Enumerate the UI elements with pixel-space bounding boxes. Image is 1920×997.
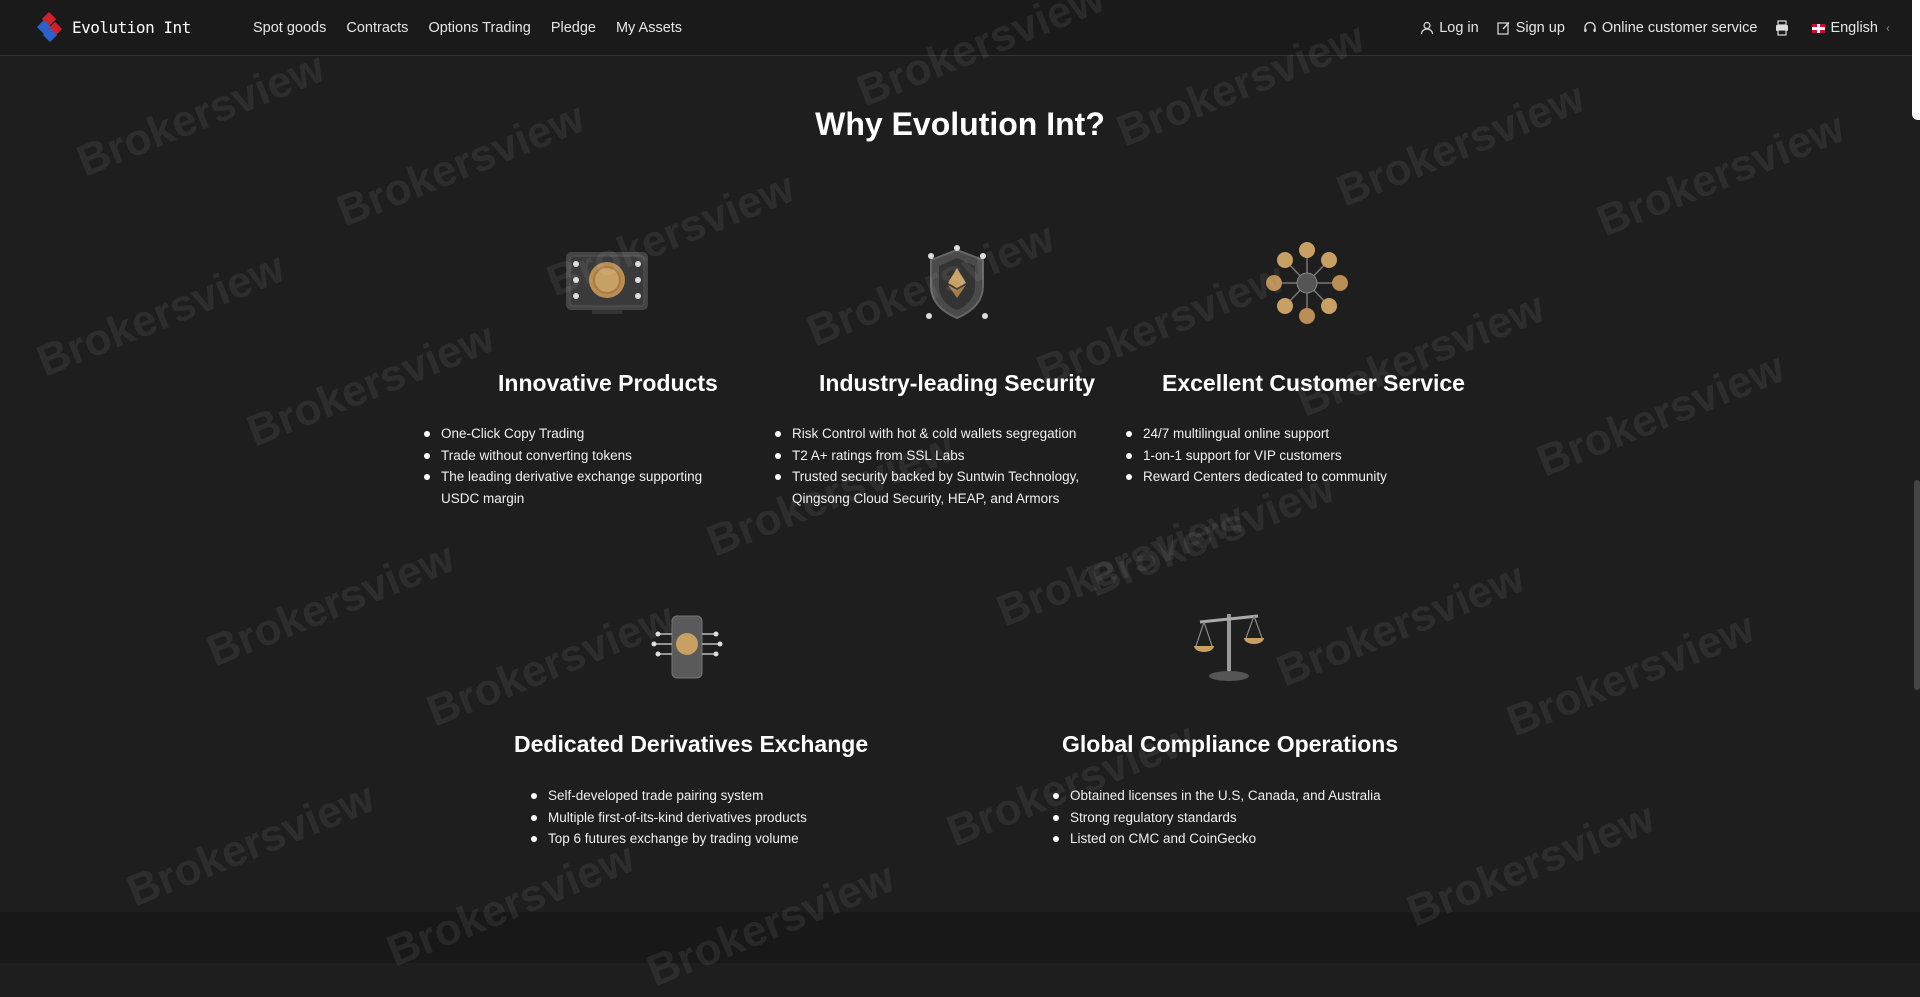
list-item: 1-on-1 support for VIP customers xyxy=(1126,445,1466,467)
edit-icon xyxy=(1497,22,1510,35)
watermark: Brokersview xyxy=(1270,552,1532,697)
list-item: Risk Control with hot & cold wallets seg… xyxy=(775,423,1115,445)
menu-my-assets[interactable]: My Assets xyxy=(616,20,682,36)
watermark: Brokersview xyxy=(30,242,292,387)
download-app-button[interactable] xyxy=(1775,20,1794,36)
brand-name: Evolution Int xyxy=(72,18,191,37)
list-item: The leading derivative exchange supporti… xyxy=(424,466,741,509)
balance-scale-icon xyxy=(1192,604,1266,689)
login-link[interactable]: Log in xyxy=(1420,20,1479,36)
user-icon xyxy=(1421,21,1434,35)
scrollbar[interactable] xyxy=(1914,480,1920,690)
feature-list: Self-developed trade pairing system Mult… xyxy=(531,785,871,850)
list-item: Obtained licenses in the U.S, Canada, an… xyxy=(1053,785,1413,807)
list-item: Trusted security backed by Suntwin Techn… xyxy=(775,466,1102,509)
login-label: Log in xyxy=(1439,20,1479,36)
language-label: English xyxy=(1830,20,1878,36)
menu-pledge[interactable]: Pledge xyxy=(551,20,596,36)
section-title: Why Evolution Int? xyxy=(815,106,1105,142)
coin-board-icon xyxy=(562,248,652,323)
coin-network-icon xyxy=(1262,240,1352,331)
signup-link[interactable]: Sign up xyxy=(1497,20,1565,36)
list-item: Reward Centers dedicated to community xyxy=(1126,466,1466,488)
menu-options-trading[interactable]: Options Trading xyxy=(428,20,530,36)
feature-list: Obtained licenses in the U.S, Canada, an… xyxy=(1053,785,1413,850)
chevron-left-icon: ‹ xyxy=(1886,21,1890,35)
top-navbar: Evolution Int Spot goods Contracts Optio… xyxy=(0,0,1920,56)
list-item: Top 6 futures exchange by trading volume xyxy=(531,828,871,850)
language-selector[interactable]: English ‹ xyxy=(1812,20,1890,36)
feature-list: Risk Control with hot & cold wallets seg… xyxy=(775,423,1115,509)
brand-logo[interactable]: Evolution Int xyxy=(36,11,216,44)
watermark: Brokersview xyxy=(1530,342,1792,487)
list-item: Trade without converting tokens xyxy=(424,445,754,467)
feature-title: Innovative Products xyxy=(498,370,718,396)
footer-band xyxy=(0,912,1920,963)
watermark: Brokersview xyxy=(1500,602,1762,747)
headset-icon xyxy=(1584,21,1596,32)
shield-eth-icon xyxy=(925,244,989,327)
uk-flag-icon xyxy=(1812,23,1826,33)
watermark: Brokersview xyxy=(200,532,462,677)
menu-contracts[interactable]: Contracts xyxy=(346,20,408,36)
feature-title: Dedicated Derivatives Exchange xyxy=(514,731,869,757)
feature-title: Global Compliance Operations xyxy=(1062,731,1399,757)
watermark: Brokersview xyxy=(120,772,382,917)
feature-list: One-Click Copy Trading Trade without con… xyxy=(424,423,754,509)
menu-spot-goods[interactable]: Spot goods xyxy=(253,20,326,36)
signup-label: Sign up xyxy=(1515,20,1565,36)
feature-title: Excellent Customer Service xyxy=(1162,370,1465,396)
list-item: One-Click Copy Trading xyxy=(424,423,754,445)
list-item: 24/7 multilingual online support xyxy=(1126,423,1466,445)
side-tab[interactable] xyxy=(1912,0,1920,120)
brand-mark-icon xyxy=(36,11,63,42)
main-menu: Spot goods Contracts Options Trading Ple… xyxy=(253,20,702,36)
list-item: T2 A+ ratings from SSL Labs xyxy=(775,445,1115,467)
list-item: Self-developed trade pairing system xyxy=(531,785,871,807)
watermark: Brokersview xyxy=(420,592,682,737)
list-item: Multiple first-of-its-kind derivatives p… xyxy=(531,807,871,829)
customer-service-label: Online customer service xyxy=(1601,20,1758,36)
nav-actions: Log in Sign up Online customer service E… xyxy=(1402,0,1890,56)
customer-service-link[interactable]: Online customer service xyxy=(1583,20,1758,36)
feature-list: 24/7 multilingual online support 1-on-1 … xyxy=(1126,423,1466,488)
list-item: Listed on CMC and CoinGecko xyxy=(1053,828,1413,850)
printer-icon xyxy=(1776,20,1789,36)
list-item: Strong regulatory standards xyxy=(1053,807,1413,829)
phone-chip-icon xyxy=(650,612,724,687)
watermark: Brokersview xyxy=(1330,72,1592,217)
feature-title: Industry-leading Security xyxy=(819,370,1096,396)
